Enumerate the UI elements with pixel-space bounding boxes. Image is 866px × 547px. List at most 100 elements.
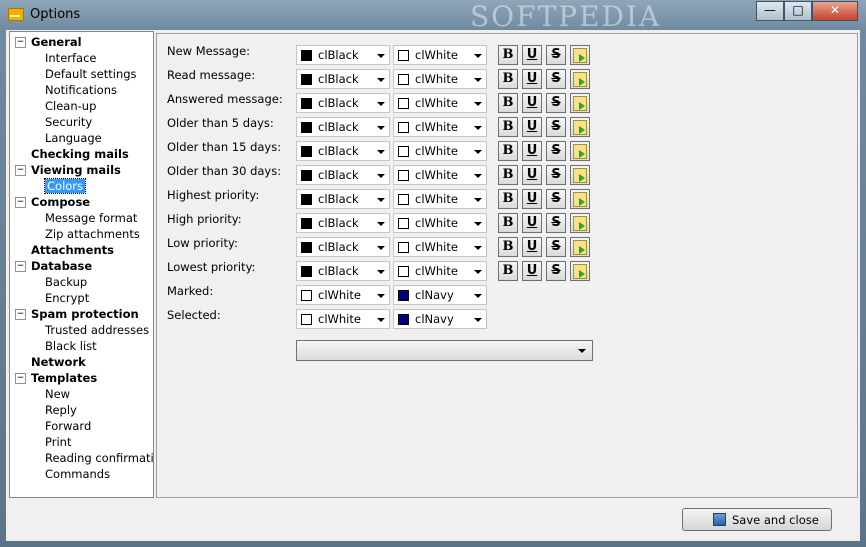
tree-item-reply[interactable]: Reply	[45, 402, 77, 418]
collapse-icon[interactable]: −	[15, 373, 26, 384]
tree-item-commands[interactable]: Commands	[45, 466, 110, 482]
text-color-select[interactable]: clBlack	[296, 189, 390, 209]
collapse-icon[interactable]: −	[15, 37, 26, 48]
underline-button[interactable]: U	[522, 117, 542, 137]
background-color-select[interactable]: clNavy	[393, 309, 487, 329]
underline-button[interactable]: U	[522, 165, 542, 185]
tree-group-templates[interactable]: Templates	[31, 370, 97, 386]
apply-style-button[interactable]	[570, 69, 590, 89]
tree-item-security[interactable]: Security	[45, 114, 92, 130]
options-tree[interactable]: General − Interface Default settings Notific…	[9, 31, 154, 498]
tree-group-attachments[interactable]: Attachments	[31, 242, 114, 258]
bold-button[interactable]: B	[498, 189, 518, 209]
tree-group-database[interactable]: Database	[31, 258, 92, 274]
tree-item-colors[interactable]: Colors	[43, 178, 87, 194]
text-color-select[interactable]: clBlack	[296, 261, 390, 281]
save-and-close-button[interactable]: Save and close	[682, 508, 832, 531]
tree-item-black-list[interactable]: Black list	[45, 338, 97, 354]
bold-button[interactable]: B	[498, 45, 518, 65]
tree-item-new[interactable]: New	[45, 386, 70, 402]
bold-button[interactable]: B	[498, 69, 518, 89]
underline-button[interactable]: U	[522, 237, 542, 257]
collapse-icon[interactable]: −	[15, 309, 26, 320]
text-color-select[interactable]: clBlack	[296, 69, 390, 89]
collapse-icon[interactable]: −	[15, 165, 26, 176]
background-color-select[interactable]: clWhite	[393, 237, 487, 257]
text-color-select[interactable]: clWhite	[296, 285, 390, 305]
background-color-select[interactable]: clNavy	[393, 285, 487, 305]
apply-style-button[interactable]	[570, 45, 590, 65]
bold-button[interactable]: B	[498, 141, 518, 161]
apply-style-button[interactable]	[570, 141, 590, 161]
underline-button[interactable]: U	[522, 261, 542, 281]
background-color-select[interactable]: clWhite	[393, 189, 487, 209]
minimize-button[interactable]: —	[756, 1, 784, 21]
strikethrough-button[interactable]: S	[546, 189, 566, 209]
bold-button[interactable]: B	[498, 117, 518, 137]
apply-style-button[interactable]	[570, 165, 590, 185]
collapse-icon[interactable]: −	[15, 261, 26, 272]
background-color-select[interactable]: clWhite	[393, 45, 487, 65]
tree-item-language[interactable]: Language	[45, 130, 102, 146]
bold-button[interactable]: B	[498, 261, 518, 281]
strikethrough-button[interactable]: S	[546, 69, 566, 89]
tree-item-clean-up[interactable]: Clean-up	[45, 98, 96, 114]
strikethrough-button[interactable]: S	[546, 213, 566, 233]
bottom-dropdown[interactable]	[296, 340, 593, 361]
tree-item-notifications[interactable]: Notifications	[45, 82, 117, 98]
strikethrough-button[interactable]: S	[546, 237, 566, 257]
text-color-select[interactable]: clBlack	[296, 141, 390, 161]
tree-item-trusted-addresses[interactable]: Trusted addresses	[45, 322, 149, 338]
underline-button[interactable]: U	[522, 213, 542, 233]
bold-button[interactable]: B	[498, 93, 518, 113]
apply-style-button[interactable]	[570, 117, 590, 137]
apply-style-button[interactable]	[570, 237, 590, 257]
bold-button[interactable]: B	[498, 237, 518, 257]
strikethrough-button[interactable]: S	[546, 117, 566, 137]
background-color-select[interactable]: clWhite	[393, 141, 487, 161]
text-color-select[interactable]: clBlack	[296, 165, 390, 185]
text-color-select[interactable]: clBlack	[296, 117, 390, 137]
underline-button[interactable]: U	[522, 93, 542, 113]
maximize-button[interactable]: □	[784, 1, 812, 21]
tree-group-general[interactable]: General	[31, 34, 82, 50]
tree-group-spam-protection[interactable]: Spam protection	[31, 306, 139, 322]
apply-style-button[interactable]	[570, 93, 590, 113]
text-color-select[interactable]: clBlack	[296, 213, 390, 233]
background-color-select[interactable]: clWhite	[393, 117, 487, 137]
apply-style-button[interactable]	[570, 213, 590, 233]
underline-button[interactable]: U	[522, 141, 542, 161]
tree-group-network[interactable]: Network	[31, 354, 86, 370]
background-color-select[interactable]: clWhite	[393, 261, 487, 281]
background-color-select[interactable]: clWhite	[393, 165, 487, 185]
underline-button[interactable]: U	[522, 45, 542, 65]
tree-item-print[interactable]: Print	[45, 434, 71, 450]
tree-item-forward[interactable]: Forward	[45, 418, 91, 434]
text-color-select[interactable]: clWhite	[296, 309, 390, 329]
collapse-icon[interactable]: −	[15, 197, 26, 208]
bold-button[interactable]: B	[498, 213, 518, 233]
text-color-select[interactable]: clBlack	[296, 45, 390, 65]
title-bar[interactable]: Options SOFTPEDIA — □ ✕	[0, 0, 866, 33]
apply-style-button[interactable]	[570, 189, 590, 209]
tree-item-message-format[interactable]: Message format	[45, 210, 137, 226]
tree-item-zip-attachments[interactable]: Zip attachments	[45, 226, 140, 242]
strikethrough-button[interactable]: S	[546, 45, 566, 65]
tree-group-viewing-mails[interactable]: Viewing mails	[31, 162, 121, 178]
strikethrough-button[interactable]: S	[546, 141, 566, 161]
underline-button[interactable]: U	[522, 69, 542, 89]
background-color-select[interactable]: clWhite	[393, 69, 487, 89]
tree-item-interface[interactable]: Interface	[45, 50, 97, 66]
tree-group-compose[interactable]: Compose	[31, 194, 90, 210]
strikethrough-button[interactable]: S	[546, 261, 566, 281]
tree-item-reading-confirmation[interactable]: Reading confirmation	[45, 450, 153, 466]
tree-item-default-settings[interactable]: Default settings	[45, 66, 137, 82]
close-button[interactable]: ✕	[812, 1, 858, 21]
text-color-select[interactable]: clBlack	[296, 93, 390, 113]
tree-item-backup[interactable]: Backup	[45, 274, 87, 290]
strikethrough-button[interactable]: S	[546, 93, 566, 113]
background-color-select[interactable]: clWhite	[393, 93, 487, 113]
bold-button[interactable]: B	[498, 165, 518, 185]
background-color-select[interactable]: clWhite	[393, 213, 487, 233]
tree-group-checking-mails[interactable]: Checking mails	[31, 146, 129, 162]
